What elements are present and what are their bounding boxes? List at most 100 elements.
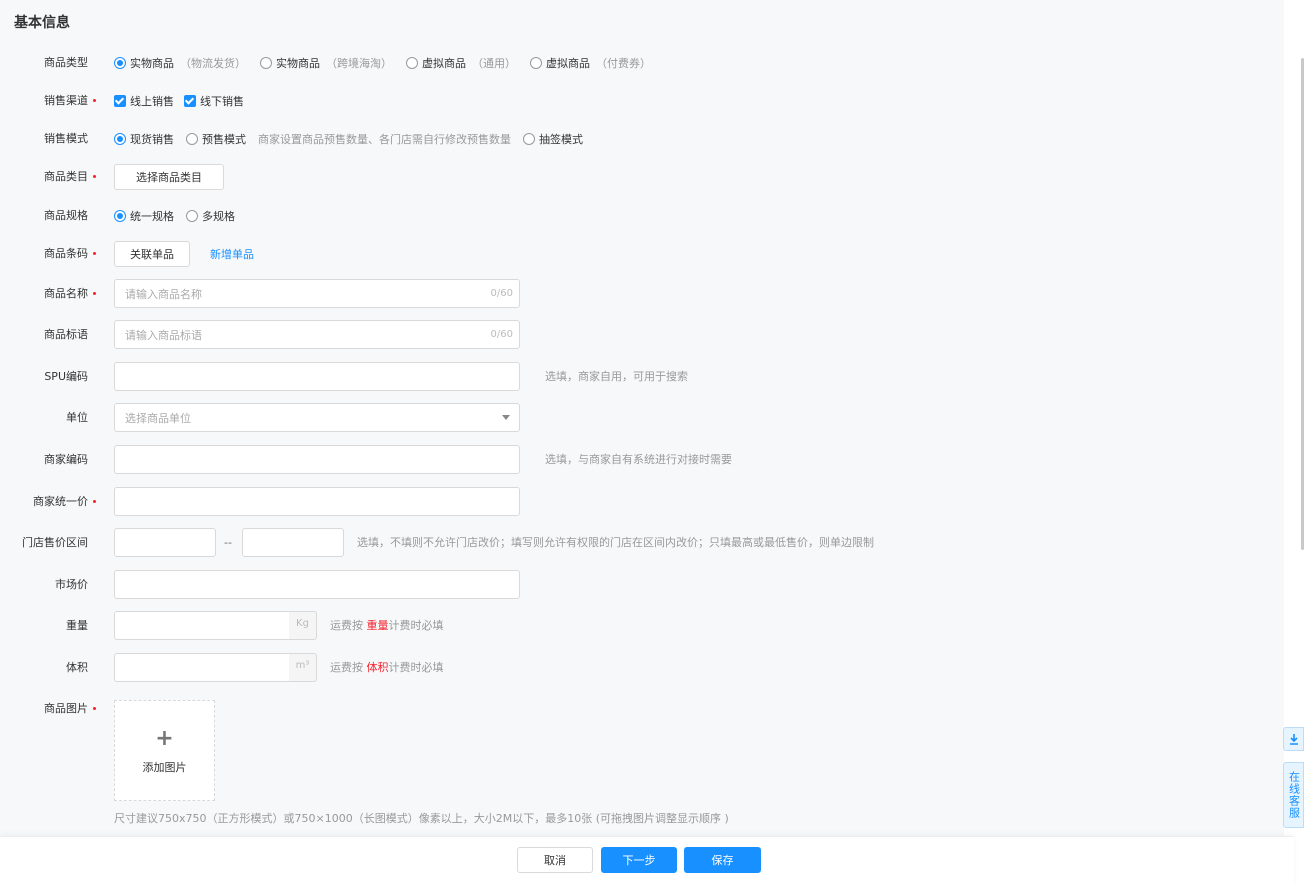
row-slogan: 商品标语 请输入商品标语 0/60 xyxy=(0,320,1284,350)
form-container: 基本信息 商品类型 实物商品 （物流发货） 实物商品 （跨境海淘） 虚拟商品 （… xyxy=(0,0,1284,886)
char-counter: 0/60 xyxy=(490,288,513,299)
weight-description: 运费按 重量计费时必填 xyxy=(330,619,444,632)
label-images: 商品图片 xyxy=(44,702,88,715)
spu-code-input[interactable] xyxy=(114,362,520,391)
radio-lottery[interactable]: 抽签模式 xyxy=(523,131,583,147)
volume-input[interactable] xyxy=(114,653,290,682)
max-price-input[interactable] xyxy=(242,528,344,557)
price-range-description: 选填，不填则不允许门店改价；填写则允许有权限的门店在区间内改价；只填最高或最低售… xyxy=(357,536,874,549)
label-slogan: 商品标语 xyxy=(44,328,88,341)
label-sales-channel: 销售渠道 xyxy=(44,94,88,107)
product-name-input[interactable]: 请输入商品名称 0/60 xyxy=(114,279,520,308)
row-merchant-code: 商家编码 选填，与商家自有系统进行对接时需要 xyxy=(0,445,1284,475)
weight-unit: Kg xyxy=(289,611,317,640)
radio-physical-logistics[interactable]: 实物商品 （物流发货） xyxy=(114,55,246,71)
merchant-code-input[interactable] xyxy=(114,445,520,474)
radio-multi-spec[interactable]: 多规格 xyxy=(186,208,235,224)
row-store-price-range: 门店售价区间 -- 选填，不填则不允许门店改价；填写则允许有权限的门店在区间内改… xyxy=(0,528,1284,558)
next-step-button[interactable]: 下一步 xyxy=(601,847,677,873)
radio-virtual-coupon[interactable]: 虚拟商品 （付费券） xyxy=(530,55,651,71)
row-sales-channel: 销售渠道 线上销售 线下销售 xyxy=(0,86,1284,116)
min-price-input[interactable] xyxy=(114,528,216,557)
label-unified-price: 商家统一价 xyxy=(33,495,88,508)
download-icon xyxy=(1289,734,1298,745)
volume-description: 运费按 体积计费时必填 xyxy=(330,661,444,674)
radio-virtual-general[interactable]: 虚拟商品 （通用） xyxy=(406,55,516,71)
label-store-price-range: 门店售价区间 xyxy=(22,536,88,549)
caret-down-icon xyxy=(502,415,510,420)
char-counter: 0/60 xyxy=(490,329,513,340)
row-category: 商品类目 选择商品类目 xyxy=(0,162,1284,192)
required-mark xyxy=(93,175,96,178)
radio-dot xyxy=(530,57,542,69)
row-unit: 单位 选择商品单位 xyxy=(0,403,1284,433)
row-product-type: 商品类型 实物商品 （物流发货） 实物商品 （跨境海淘） 虚拟商品 （通用） 虚… xyxy=(0,48,1284,78)
label-weight: 重量 xyxy=(66,619,88,632)
checkbox-online[interactable]: 线上销售 xyxy=(114,93,174,109)
required-mark xyxy=(93,252,96,255)
row-barcode: 商品条码 关联单品 新增单品 xyxy=(0,239,1284,269)
online-service-button[interactable]: 在线客服 xyxy=(1283,762,1304,828)
row-spec: 商品规格 统一规格 多规格 xyxy=(0,201,1284,231)
checkbox-offline[interactable]: 线下销售 xyxy=(184,93,244,109)
radio-unified-spec[interactable]: 统一规格 xyxy=(114,208,174,224)
save-button[interactable]: 保存 xyxy=(684,847,761,873)
label-spec: 商品规格 xyxy=(44,209,88,222)
select-category-button[interactable]: 选择商品类目 xyxy=(114,164,224,190)
add-image-label: 添加图片 xyxy=(142,761,187,774)
row-volume: 体积 m³ 运费按 体积计费时必填 xyxy=(0,653,1284,683)
link-sku-button[interactable]: 关联单品 xyxy=(114,241,190,267)
label-market-price: 市场价 xyxy=(55,578,88,591)
placeholder: 请输入商品标语 xyxy=(125,328,202,342)
row-weight: 重量 Kg 运费按 重量计费时必填 xyxy=(0,611,1284,641)
radio-spot-sale[interactable]: 现货销售 xyxy=(114,131,174,147)
label-category: 商品类目 xyxy=(44,170,88,183)
placeholder: 请输入商品名称 xyxy=(125,287,202,301)
market-price-input[interactable] xyxy=(114,570,520,599)
section-title: 基本信息 xyxy=(14,15,70,31)
volume-unit: m³ xyxy=(289,653,317,682)
label-name: 商品名称 xyxy=(44,287,88,300)
radio-physical-crossborder[interactable]: 实物商品 （跨境海淘） xyxy=(260,55,392,71)
unit-select[interactable]: 选择商品单位 xyxy=(114,403,520,432)
row-unified-price: 商家统一价 xyxy=(0,487,1284,517)
row-name: 商品名称 请输入商品名称 0/60 xyxy=(0,279,1284,309)
radio-dot xyxy=(114,210,126,222)
label-product-type: 商品类型 xyxy=(44,56,88,69)
row-sales-mode: 销售模式 现货销售 预售模式 商家设置商品预售数量、各门店需自行修改预售数量 抽… xyxy=(0,124,1284,154)
radio-dot xyxy=(523,133,535,145)
presale-description: 商家设置商品预售数量、各门店需自行修改预售数量 xyxy=(258,133,511,146)
required-mark xyxy=(93,707,96,710)
product-slogan-input[interactable]: 请输入商品标语 0/60 xyxy=(114,320,520,349)
label-spu: SPU编码 xyxy=(44,370,88,383)
radio-dot xyxy=(114,133,126,145)
radio-presale[interactable]: 预售模式 xyxy=(186,131,246,147)
spu-description: 选填，商家自用，可用于搜索 xyxy=(545,370,688,383)
checkbox-box xyxy=(184,95,196,107)
online-service-label: 在线客服 xyxy=(1287,771,1301,819)
label-merchant-code: 商家编码 xyxy=(44,453,88,466)
radio-dot xyxy=(260,57,272,69)
radio-dot xyxy=(186,210,198,222)
label-volume: 体积 xyxy=(66,661,88,674)
add-sku-link[interactable]: 新增单品 xyxy=(210,246,254,262)
radio-dot xyxy=(114,57,126,69)
unified-price-input[interactable] xyxy=(114,487,520,516)
add-image-button[interactable]: + 添加图片 xyxy=(114,700,215,801)
label-sales-mode: 销售模式 xyxy=(44,132,88,145)
footer-bar: 取消 下一步 保存 xyxy=(0,836,1294,887)
checkbox-box xyxy=(114,95,126,107)
merchant-code-description: 选填，与商家自有系统进行对接时需要 xyxy=(545,453,732,466)
weight-input[interactable] xyxy=(114,611,290,640)
image-size-tip: 尺寸建议750x750（正方形模式）或750×1000（长图模式）像素以上，大小… xyxy=(114,812,729,825)
cancel-button[interactable]: 取消 xyxy=(517,847,593,873)
row-spu: SPU编码 选填，商家自用，可用于搜索 xyxy=(0,362,1284,392)
row-market-price: 市场价 xyxy=(0,570,1284,600)
download-button[interactable] xyxy=(1283,727,1304,751)
label-barcode: 商品条码 xyxy=(44,247,88,260)
plus-icon: + xyxy=(155,726,174,751)
required-mark xyxy=(93,292,96,295)
radio-dot xyxy=(186,133,198,145)
required-mark xyxy=(93,99,96,102)
radio-dot xyxy=(406,57,418,69)
